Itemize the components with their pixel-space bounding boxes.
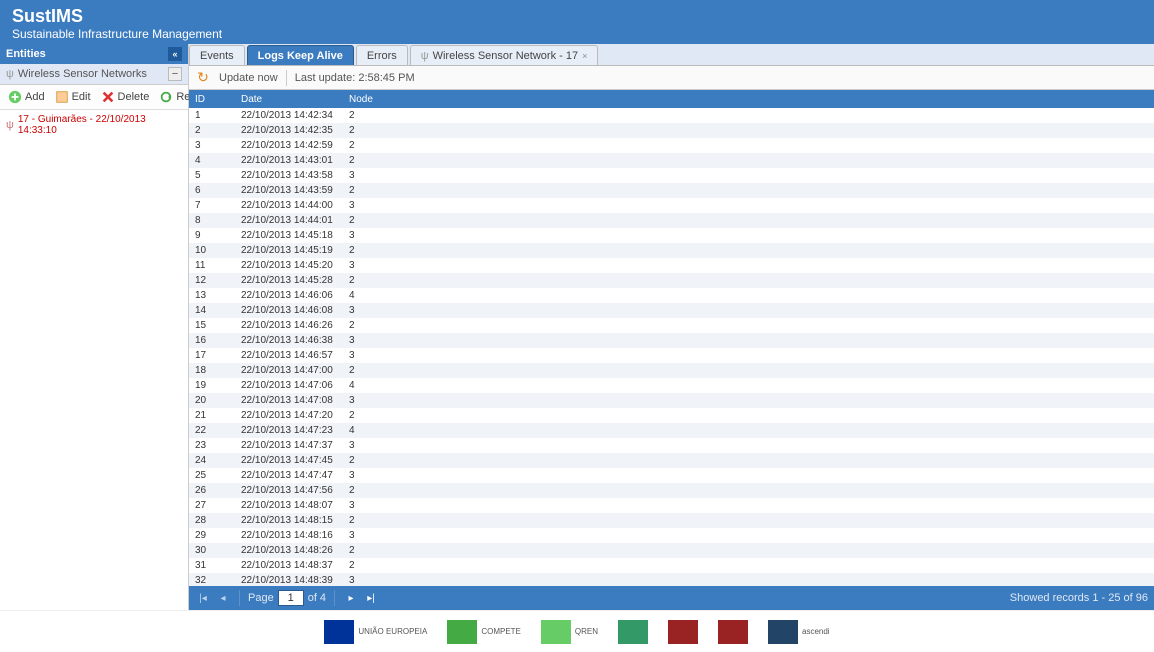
- prev-page-button[interactable]: ◂: [215, 590, 231, 606]
- table-row[interactable]: 2722/10/2013 14:48:073: [189, 498, 1154, 513]
- table-row[interactable]: 122/10/2013 14:42:342: [189, 108, 1154, 123]
- table-row[interactable]: 2022/10/2013 14:47:083: [189, 393, 1154, 408]
- table-row[interactable]: 1022/10/2013 14:45:192: [189, 243, 1154, 258]
- footer: UNIÃO EUROPEIA COMPETE QREN ascendi: [0, 610, 1154, 652]
- app-header: SustIMS Sustainable Infrastructure Manag…: [0, 0, 1154, 44]
- update-now-label[interactable]: Update now: [219, 72, 278, 84]
- table-row[interactable]: 2322/10/2013 14:47:373: [189, 438, 1154, 453]
- entities-panel-header: Entities «: [0, 44, 188, 64]
- table-row[interactable]: 722/10/2013 14:44:003: [189, 198, 1154, 213]
- antenna-icon: ψ: [421, 50, 429, 62]
- table-row[interactable]: 1222/10/2013 14:45:282: [189, 273, 1154, 288]
- table-row[interactable]: 2622/10/2013 14:47:562: [189, 483, 1154, 498]
- table-row[interactable]: 1522/10/2013 14:46:262: [189, 318, 1154, 333]
- pager: |◂ ◂ Page of 4 ▸ ▸| Showed records 1 - 2…: [189, 586, 1154, 610]
- tabbar: Events Logs Keep Alive Errors ψ Wireless…: [189, 44, 1154, 66]
- table-row[interactable]: 622/10/2013 14:43:592: [189, 183, 1154, 198]
- separator: [286, 70, 287, 86]
- table-row[interactable]: 1622/10/2013 14:46:383: [189, 333, 1154, 348]
- entities-title: Entities: [6, 48, 46, 60]
- table-row[interactable]: 1422/10/2013 14:46:083: [189, 303, 1154, 318]
- tab-errors[interactable]: Errors: [356, 45, 408, 65]
- last-update-label: Last update: 2:58:45 PM: [295, 72, 415, 84]
- refresh-icon: [159, 90, 173, 104]
- tree-item-network-17[interactable]: ψ 17 - Guimarães - 22/10/2013 14:33:10: [0, 110, 188, 140]
- next-page-button[interactable]: ▸: [343, 590, 359, 606]
- table-row[interactable]: 2522/10/2013 14:47:473: [189, 468, 1154, 483]
- col-date[interactable]: Date: [235, 94, 343, 105]
- table-row[interactable]: 2922/10/2013 14:48:163: [189, 528, 1154, 543]
- antenna-icon: ψ: [6, 68, 14, 80]
- table-row[interactable]: 3122/10/2013 14:48:372: [189, 558, 1154, 573]
- page-of-label: of 4: [308, 592, 326, 604]
- x-icon: [101, 90, 115, 104]
- table-row[interactable]: 2222/10/2013 14:47:234: [189, 423, 1154, 438]
- table-row[interactable]: 2122/10/2013 14:47:202: [189, 408, 1154, 423]
- table-row[interactable]: 1122/10/2013 14:45:203: [189, 258, 1154, 273]
- table-row[interactable]: 3022/10/2013 14:48:262: [189, 543, 1154, 558]
- tree-item-label: 17 - Guimarães - 22/10/2013 14:33:10: [18, 114, 182, 136]
- table-row[interactable]: 322/10/2013 14:42:592: [189, 138, 1154, 153]
- edit-button[interactable]: Edit: [51, 88, 95, 106]
- content-area: Events Logs Keep Alive Errors ψ Wireless…: [189, 44, 1154, 610]
- page-label: Page: [248, 592, 274, 604]
- wsn-label: Wireless Sensor Networks: [18, 68, 147, 80]
- tab-events[interactable]: Events: [189, 45, 245, 65]
- table-row[interactable]: 222/10/2013 14:42:352: [189, 123, 1154, 138]
- table-row[interactable]: 2422/10/2013 14:47:452: [189, 453, 1154, 468]
- grid-header: ID Date Node: [189, 90, 1154, 108]
- wsn-subpanel-header[interactable]: ψ Wireless Sensor Networks −: [0, 64, 188, 85]
- grid-body[interactable]: 122/10/2013 14:42:342222/10/2013 14:42:3…: [189, 108, 1154, 586]
- logo-ascendi: ascendi: [768, 617, 830, 647]
- antenna-icon: ψ: [6, 119, 14, 131]
- table-row[interactable]: 1722/10/2013 14:46:573: [189, 348, 1154, 363]
- table-row[interactable]: 422/10/2013 14:43:012: [189, 153, 1154, 168]
- col-id[interactable]: ID: [189, 94, 235, 105]
- table-row[interactable]: 2822/10/2013 14:48:152: [189, 513, 1154, 528]
- logo-qren: QREN: [541, 617, 598, 647]
- update-now-icon[interactable]: ↻: [195, 70, 211, 86]
- logo-um: [618, 617, 648, 647]
- close-icon[interactable]: ×: [582, 51, 587, 61]
- logo-compete: COMPETE: [447, 617, 521, 647]
- grid-toolbar: ↻ Update now Last update: 2:58:45 PM: [189, 66, 1154, 90]
- last-page-button[interactable]: ▸|: [363, 590, 379, 606]
- logo-flag2: [718, 617, 748, 647]
- app-title: SustIMS: [12, 6, 1142, 27]
- plus-icon: [8, 90, 22, 104]
- table-row[interactable]: 1322/10/2013 14:46:064: [189, 288, 1154, 303]
- app-subtitle: Sustainable Infrastructure Management: [12, 27, 1142, 41]
- table-row[interactable]: 922/10/2013 14:45:183: [189, 228, 1154, 243]
- sidebar: Entities « ψ Wireless Sensor Networks − …: [0, 44, 189, 610]
- add-button[interactable]: Add: [4, 88, 49, 106]
- minus-icon[interactable]: −: [168, 67, 182, 81]
- pager-status: Showed records 1 - 25 of 96: [1010, 592, 1148, 604]
- page-input[interactable]: [278, 590, 304, 606]
- pencil-icon: [55, 90, 69, 104]
- table-row[interactable]: 522/10/2013 14:43:583: [189, 168, 1154, 183]
- logo-flag1: [668, 617, 698, 647]
- collapse-icon[interactable]: «: [168, 47, 182, 61]
- col-node[interactable]: Node: [343, 94, 403, 105]
- delete-button[interactable]: Delete: [97, 88, 154, 106]
- log-grid: ID Date Node 122/10/2013 14:42:342222/10…: [189, 90, 1154, 586]
- sidebar-toolbar: Add Edit Delete Refresh: [0, 85, 188, 110]
- tab-wsn-17[interactable]: ψ Wireless Sensor Network - 17 ×: [410, 45, 599, 65]
- logo-eu: UNIÃO EUROPEIA: [324, 617, 427, 647]
- table-row[interactable]: 1922/10/2013 14:47:064: [189, 378, 1154, 393]
- tab-logs-keep-alive[interactable]: Logs Keep Alive: [247, 45, 354, 65]
- table-row[interactable]: 1822/10/2013 14:47:002: [189, 363, 1154, 378]
- table-row[interactable]: 3222/10/2013 14:48:393: [189, 573, 1154, 586]
- first-page-button[interactable]: |◂: [195, 590, 211, 606]
- table-row[interactable]: 822/10/2013 14:44:012: [189, 213, 1154, 228]
